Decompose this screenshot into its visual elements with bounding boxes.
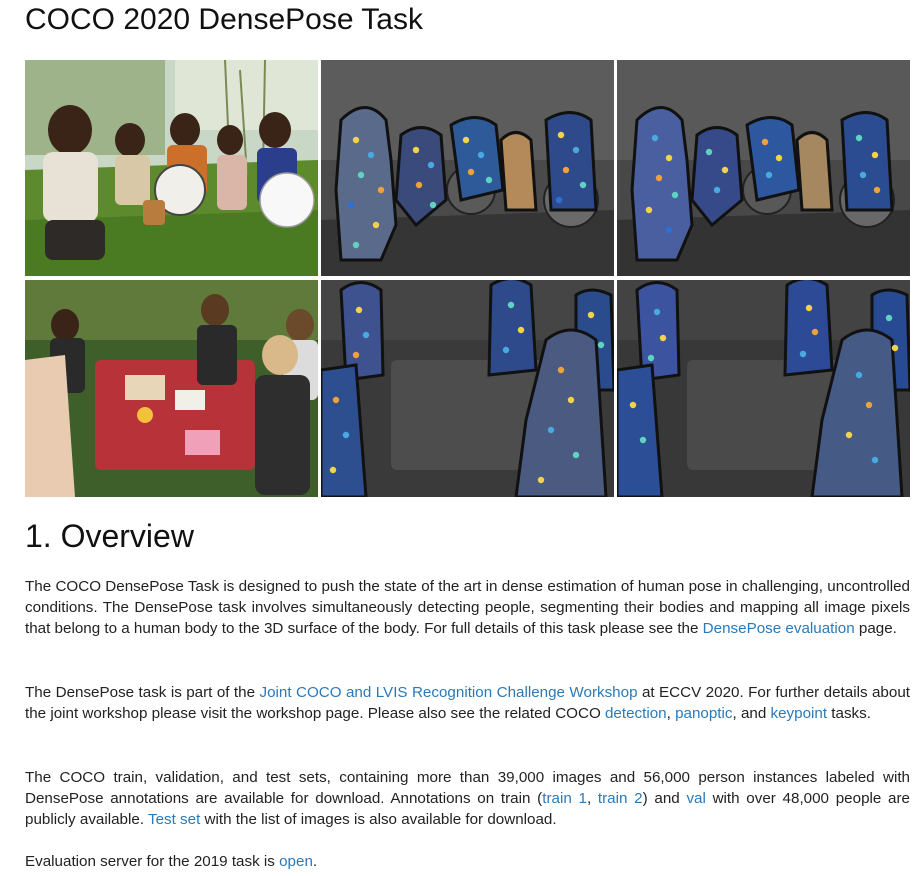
paragraph-task-description: The COCO DensePose Task is designed to p…: [25, 576, 910, 639]
densepose-picnic-prediction: [617, 280, 910, 497]
link-val[interactable]: val: [686, 790, 705, 807]
paragraph-text: tasks.: [827, 705, 871, 722]
link-joint-workshop[interactable]: Joint COCO and LVIS Recognition Challeng…: [259, 684, 637, 701]
link-detection[interactable]: detection: [605, 705, 667, 722]
paragraph-text: Evaluation server for the 2019 task is: [25, 853, 280, 870]
paragraph-text: , and: [732, 705, 771, 722]
densepose-figure: [25, 60, 910, 497]
paragraph-text: page.: [854, 620, 897, 637]
page: COCO 2020 DensePose Task 1. Overview The…: [0, 0, 920, 876]
densepose-children-ground-truth: [321, 60, 614, 276]
section-heading-overview: 1. Overview: [25, 518, 194, 554]
link-open[interactable]: open: [279, 853, 313, 870]
paragraph-text: with the list of images is also availabl…: [200, 811, 557, 828]
link-train-2[interactable]: train 2: [598, 790, 643, 807]
paragraph-text: .: [312, 853, 318, 870]
link-keypoint[interactable]: keypoint: [771, 705, 828, 722]
link-train-1[interactable]: train 1: [542, 790, 587, 807]
paragraph-text: The DensePose task is part of the: [25, 684, 260, 701]
link-densepose-evaluation[interactable]: DensePose evaluation: [703, 620, 855, 637]
paragraph-datasets: The COCO train, validation, and test set…: [25, 767, 910, 830]
paragraph-text: ,: [666, 705, 676, 722]
link-test-set[interactable]: Test set: [148, 811, 200, 828]
paragraph-text: ,: [586, 790, 598, 807]
densepose-picnic-ground-truth: [321, 280, 614, 497]
paragraph-evaluation-server: Evaluation server for the 2019 task is o…: [25, 851, 910, 872]
densepose-children-prediction: [617, 60, 910, 276]
paragraph-workshop: The DensePose task is part of the Joint …: [25, 682, 910, 724]
photo-children-outdoors: [25, 60, 318, 276]
link-panoptic[interactable]: panoptic: [675, 705, 732, 722]
paragraph-text: ) and: [642, 790, 687, 807]
photo-picnic-group: [25, 280, 318, 497]
page-title: COCO 2020 DensePose Task: [25, 3, 423, 36]
